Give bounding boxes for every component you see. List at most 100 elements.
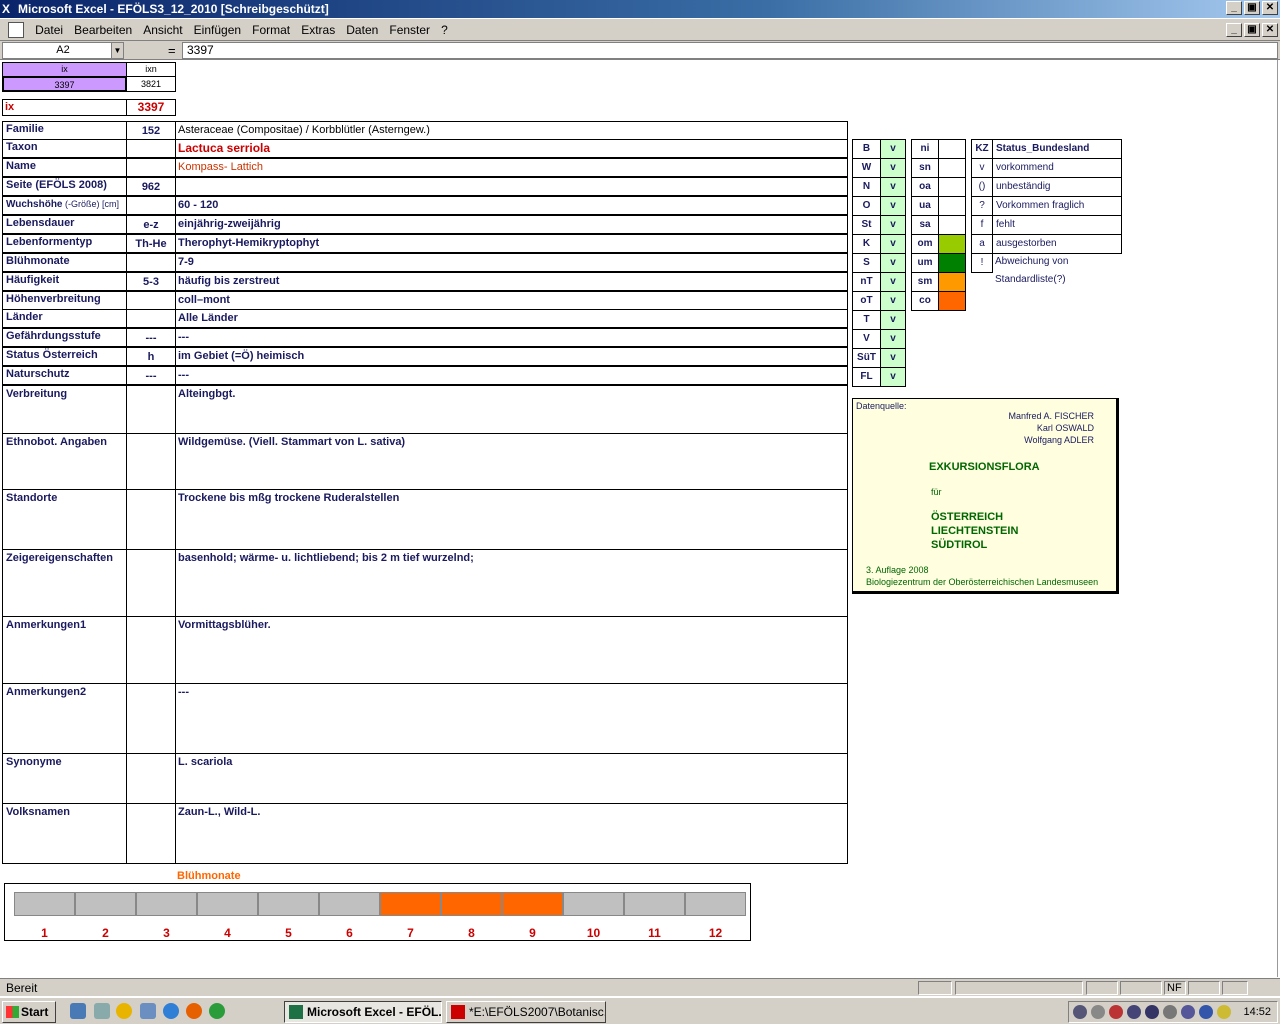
explorer-icon[interactable] bbox=[94, 1003, 110, 1019]
row-code[interactable]: --- bbox=[126, 366, 176, 385]
row-value[interactable]: coll–mont bbox=[175, 291, 848, 310]
menu-fenster[interactable]: Fenster bbox=[385, 19, 434, 41]
taskbar: Start Microsoft Excel - EFÖL... *E:\EFÖL… bbox=[0, 996, 1280, 1024]
row-code[interactable] bbox=[126, 158, 176, 177]
menu-einfuegen[interactable]: Einfügen bbox=[190, 19, 245, 41]
tall-row-value[interactable]: Wildgemüse. (Viell. Stammart von L. sati… bbox=[175, 433, 848, 490]
ix-header: ix bbox=[2, 62, 127, 77]
row-code[interactable] bbox=[126, 196, 176, 215]
tall-row-code[interactable] bbox=[126, 549, 176, 617]
tall-row-value[interactable]: L. scariola bbox=[175, 753, 848, 804]
menu-format[interactable]: Format bbox=[248, 19, 294, 41]
tray-shield-icon[interactable] bbox=[1145, 1005, 1159, 1019]
row-value[interactable]: Therophyt-Hemikryptophyt bbox=[175, 234, 848, 253]
row-code[interactable]: e-z bbox=[126, 215, 176, 234]
tray-info-icon[interactable] bbox=[1199, 1005, 1213, 1019]
row-value[interactable]: 7-9 bbox=[175, 253, 848, 272]
month-label: 4 bbox=[224, 926, 231, 940]
ix-value-cell[interactable]: 3397 bbox=[2, 76, 127, 92]
tall-row-code[interactable] bbox=[126, 385, 176, 434]
row-value[interactable]: --- bbox=[175, 328, 848, 347]
tall-row-code[interactable] bbox=[126, 753, 176, 804]
firefox-icon[interactable] bbox=[186, 1003, 202, 1019]
tall-row-value[interactable]: --- bbox=[175, 683, 848, 754]
tall-row-code[interactable] bbox=[126, 616, 176, 684]
ix-label: ix bbox=[2, 99, 127, 116]
doc-minimize-button[interactable]: _ bbox=[1226, 23, 1242, 37]
formula-input[interactable]: 3397 bbox=[182, 42, 1278, 59]
row-value[interactable]: --- bbox=[175, 366, 848, 385]
tray-alert-icon[interactable] bbox=[1217, 1005, 1231, 1019]
network-icon[interactable] bbox=[140, 1003, 156, 1019]
minimize-button[interactable]: _ bbox=[1226, 1, 1242, 15]
tray-security-icon[interactable] bbox=[1109, 1005, 1123, 1019]
row-code[interactable]: 5-3 bbox=[126, 272, 176, 291]
doc-maximize-button[interactable]: ▣ bbox=[1244, 23, 1260, 37]
tall-row-value[interactable]: basenhold; wärme- u. lichtliebend; bis 2… bbox=[175, 549, 848, 617]
document-icon[interactable] bbox=[8, 22, 24, 38]
menu-extras[interactable]: Extras bbox=[297, 19, 339, 41]
ie-icon[interactable] bbox=[163, 1003, 179, 1019]
row-value[interactable]: Alle Länder bbox=[175, 309, 848, 328]
row-code[interactable]: h bbox=[126, 347, 176, 366]
tall-row-code[interactable] bbox=[126, 433, 176, 490]
tall-row-code[interactable] bbox=[126, 803, 176, 864]
tall-row-label: Standorte bbox=[2, 489, 127, 550]
menu-help[interactable]: ? bbox=[437, 19, 452, 41]
row-value[interactable]: Kompass- Lattich bbox=[175, 158, 848, 177]
menu-ansicht[interactable]: Ansicht bbox=[139, 19, 186, 41]
state-code: SüT bbox=[852, 348, 881, 368]
menu-datei[interactable]: Datei bbox=[31, 19, 67, 41]
publisher: Biologiezentrum der Oberösterreichischen… bbox=[866, 577, 1099, 587]
zone-swatch bbox=[938, 234, 966, 254]
ixn-value-cell[interactable]: 3821 bbox=[126, 76, 176, 92]
maximize-button[interactable]: ▣ bbox=[1244, 1, 1260, 15]
status-panel bbox=[918, 981, 952, 995]
tray-search-icon[interactable] bbox=[1091, 1005, 1105, 1019]
tall-row-label: Anmerkungen1 bbox=[2, 616, 127, 684]
row-value[interactable]: Asteraceae (Compositae) / Korbblütler (A… bbox=[175, 121, 848, 140]
task-excel[interactable]: Microsoft Excel - EFÖL... bbox=[284, 1001, 442, 1023]
window-title: Microsoft Excel - EFÖLS3_12_2010 [Schrei… bbox=[18, 2, 329, 16]
row-code[interactable] bbox=[126, 309, 176, 328]
tall-row-value[interactable]: Zaun-L., Wild-L. bbox=[175, 803, 848, 864]
desktop-icon[interactable] bbox=[70, 1003, 86, 1019]
tall-row-value[interactable]: Vormittagsblüher. bbox=[175, 616, 848, 684]
row-code[interactable] bbox=[126, 139, 176, 158]
row-value[interactable]: 60 - 120 bbox=[175, 196, 848, 215]
row-code[interactable]: 152 bbox=[126, 121, 176, 140]
tray-usb-icon[interactable] bbox=[1127, 1005, 1141, 1019]
start-button[interactable]: Start bbox=[2, 1001, 56, 1023]
tray-app-icon[interactable] bbox=[1181, 1005, 1195, 1019]
tall-row-value[interactable]: Trockene bis mßg trockene Ruderalstellen bbox=[175, 489, 848, 550]
chrome-icon[interactable] bbox=[209, 1003, 225, 1019]
row-value[interactable]: einjährig-zweijährig bbox=[175, 215, 848, 234]
task-editor[interactable]: *E:\EFÖLS2007\Botanisc... bbox=[446, 1001, 606, 1023]
tall-row-value[interactable]: Alteingbgt. bbox=[175, 385, 848, 434]
close-button[interactable]: ✕ bbox=[1262, 1, 1278, 15]
tall-row-code[interactable] bbox=[126, 683, 176, 754]
row-code[interactable]: --- bbox=[126, 328, 176, 347]
row-code[interactable] bbox=[126, 253, 176, 272]
row-code[interactable]: 962 bbox=[126, 177, 176, 196]
chevron-down-icon[interactable]: ▼ bbox=[111, 43, 123, 58]
month-bar bbox=[502, 892, 563, 916]
media-icon[interactable] bbox=[116, 1003, 132, 1019]
row-value[interactable]: häufig bis zerstreut bbox=[175, 272, 848, 291]
row-value[interactable] bbox=[175, 177, 848, 196]
row-label: Familie bbox=[2, 121, 127, 140]
menu-bearbeiten[interactable]: Bearbeiten bbox=[70, 19, 136, 41]
row-code[interactable]: Th-He bbox=[126, 234, 176, 253]
tray-network-icon[interactable] bbox=[1073, 1005, 1087, 1019]
zone-code: sn bbox=[911, 158, 939, 178]
menu-daten[interactable]: Daten bbox=[342, 19, 382, 41]
row-value[interactable]: Lactuca serriola bbox=[175, 139, 848, 158]
name-box[interactable]: A2 ▼ bbox=[2, 42, 124, 59]
tray-volume-icon[interactable] bbox=[1163, 1005, 1177, 1019]
row-code[interactable] bbox=[126, 291, 176, 310]
formula-bar: A2 ▼ = 3397 bbox=[0, 41, 1280, 60]
worksheet[interactable]: ix ixn 3397 3821 ix 3397 Familie 152 Aster… bbox=[0, 60, 1278, 977]
tall-row-code[interactable] bbox=[126, 489, 176, 550]
row-value[interactable]: im Gebiet (=Ö) heimisch bbox=[175, 347, 848, 366]
doc-close-button[interactable]: ✕ bbox=[1262, 23, 1278, 37]
